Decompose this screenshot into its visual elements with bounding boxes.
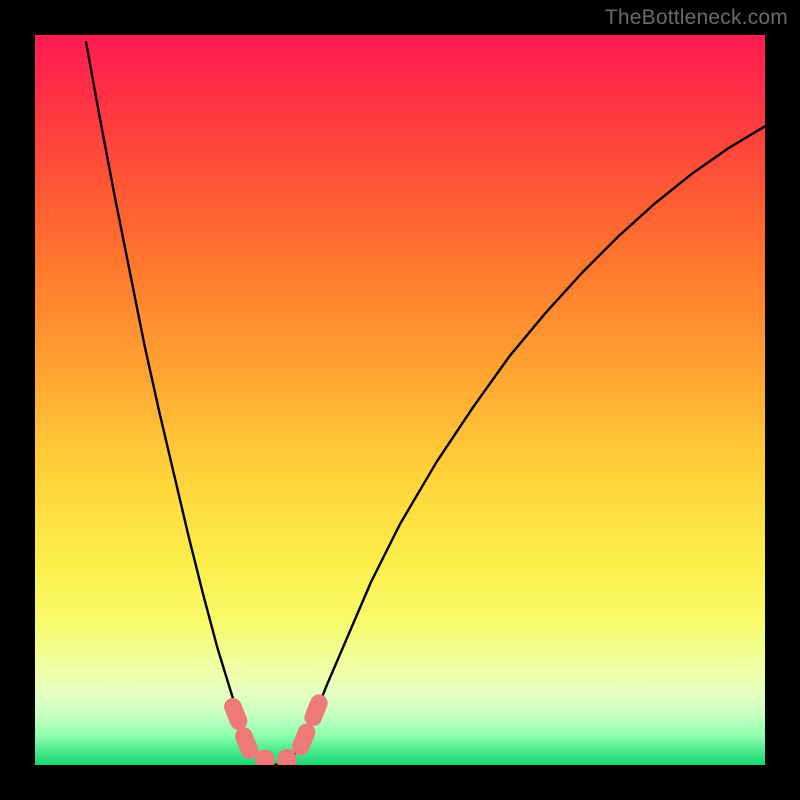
plot-area: [35, 35, 765, 765]
chart-frame: TheBottleneck.com: [0, 0, 800, 800]
bottleneck-chart: [35, 35, 765, 765]
watermark-text: TheBottleneck.com: [605, 6, 788, 30]
gradient-background: [35, 35, 765, 765]
